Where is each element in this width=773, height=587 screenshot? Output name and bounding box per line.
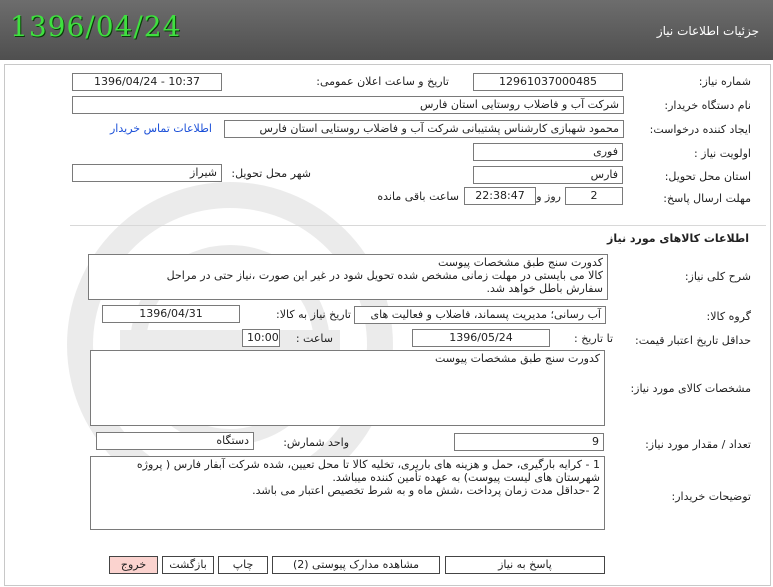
time-field: 10:00 (242, 329, 280, 347)
unit-field: دستگاه (96, 432, 254, 450)
deadline-days-field: 2 (565, 187, 623, 205)
specs-label: مشخصات کالای مورد نیاز: (630, 382, 751, 395)
buyer-field: شرکت آب و فاضلاب روستایی استان فارس (72, 96, 624, 114)
days-label: روز و (536, 190, 561, 203)
print-button[interactable]: چاپ (218, 556, 268, 574)
unit-label: واحد شمارش: (283, 436, 349, 449)
general-desc-label: شرح کلی نیاز: (684, 270, 751, 283)
need-date-field: 1396/04/31 (102, 305, 240, 323)
buyer-notes-line: 2 -حداقل مدت زمان پرداخت ،شش ماه و به شر… (252, 484, 600, 497)
need-date-label: تاریخ نیاز به کالا: (276, 308, 351, 321)
announce-label: تاریخ و ساعت اعلان عمومی: (316, 75, 449, 88)
deadline-label: مهلت ارسال پاسخ: (663, 192, 751, 205)
province-label: استان محل تحویل: (664, 170, 751, 183)
buyer-label: نام دستگاه خریدار: (664, 99, 751, 112)
specs-field: کدورت سنج طبق مشخصات پیوست (90, 350, 605, 426)
buyer-notes-label: توضیحات خریدار: (671, 490, 752, 503)
province-field: فارس (473, 166, 623, 184)
general-desc-line: کالا می بایستی در مهلت زمانی مشخص شده تح… (166, 269, 603, 282)
priority-label: اولویت نیاز : (693, 147, 751, 160)
quantity-field: 9 (454, 433, 604, 451)
reply-button[interactable]: پاسخ به نیاز (445, 556, 605, 574)
until-date-label: تا تاریخ : (574, 332, 613, 345)
remaining-label: ساعت باقی مانده (377, 190, 459, 203)
min-validity-label: حداقل تاریخ اعتبار قیمت: (635, 334, 751, 347)
back-button[interactable]: بازگشت (162, 556, 214, 574)
specs-text: کدورت سنج طبق مشخصات پیوست (435, 352, 600, 365)
buyer-contact-link[interactable]: اطلاعات تماس خریدار (110, 122, 212, 135)
quantity-label: تعداد / مقدار مورد نیاز: (645, 438, 751, 451)
page-title: جزئیات اطلاعات نیاز (656, 24, 759, 38)
buyer-notes-line: 1 - کرایه بارگیری، حمل و هزینه های باربر… (136, 458, 600, 471)
need-number-label: شماره نیاز: (698, 75, 751, 88)
announce-date-field: 1396/04/24 - 10:37 (72, 73, 222, 91)
deadline-time-field: 22:38:47 (464, 187, 536, 205)
until-date-field: 1396/05/24 (412, 329, 550, 347)
creator-label: ایجاد کننده درخواست: (649, 123, 751, 136)
view-attachments-button[interactable]: مشاهده مدارک پیوستی (2) (272, 556, 440, 574)
goods-group-field: آب رسانی؛ مدیریت پسماند، فاضلاب و فعالیت… (354, 306, 606, 324)
section-divider (70, 225, 766, 226)
goods-group-label: گروه کالا: (706, 310, 751, 323)
priority-field: فوری (473, 143, 623, 161)
goods-section-title: اطلاعات کالاهای مورد نیاز (607, 232, 749, 245)
header-date: 1396/04/24 (10, 10, 182, 43)
time-label: ساعت : (295, 332, 333, 345)
general-desc-line: کدورت سنج طبق مشخصات پیوست (438, 256, 603, 269)
creator-field: محمود شهبازی کارشناس پشتیبانی شرکت آب و … (224, 120, 624, 138)
general-desc-field: کدورت سنج طبق مشخصات پیوست کالا می بایست… (88, 254, 608, 300)
buyer-notes-line: شهرستان های لیست پیوست) به عهده تأمین کن… (332, 471, 600, 484)
general-desc-line: سفارش باطل خواهد شد. (486, 282, 603, 295)
need-number-field: 12961037000485 (473, 73, 623, 91)
exit-button[interactable]: خروج (109, 556, 158, 574)
city-label: شهر محل تحویل: (231, 167, 311, 180)
buyer-notes-field: 1 - کرایه بارگیری، حمل و هزینه های باربر… (90, 456, 605, 530)
city-field: شیراز (72, 164, 222, 182)
